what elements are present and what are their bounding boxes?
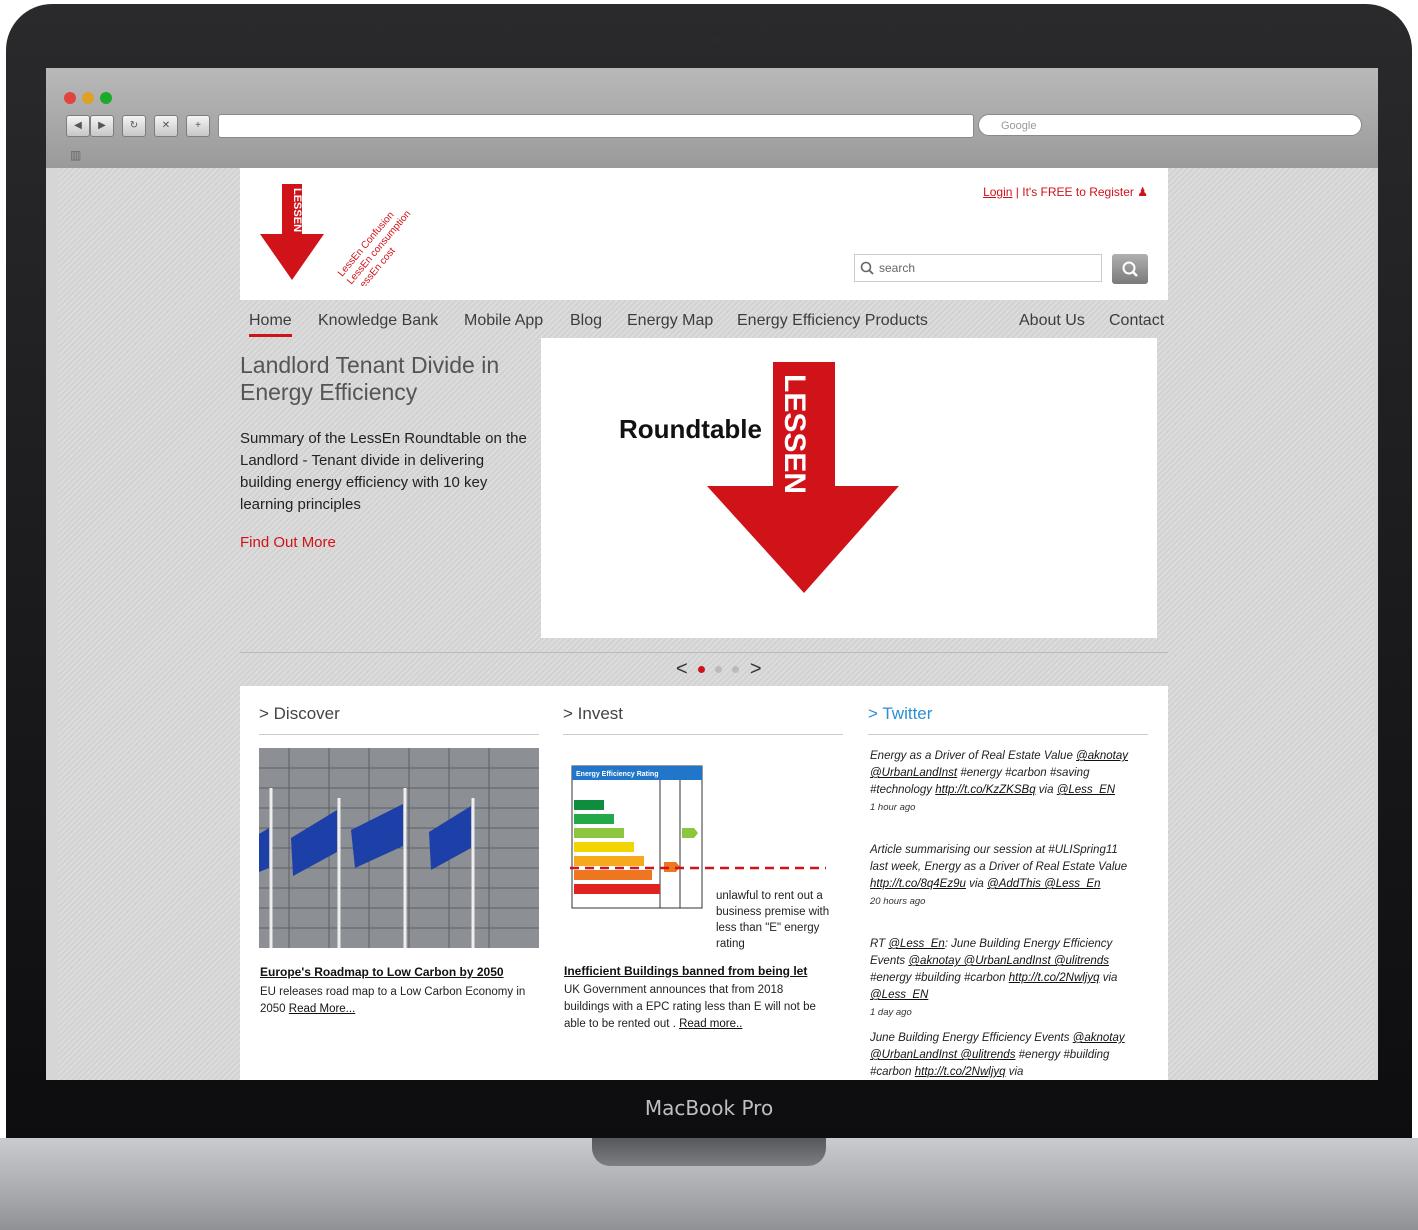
invest-item-text: UK Government announces that from 2018 b… <box>564 984 816 1030</box>
find-out-more-link[interactable]: Find Out More <box>240 534 336 551</box>
discover-read-more-link[interactable]: Read More... <box>289 1003 355 1015</box>
tweet-2: Article summarising our session at #ULIS… <box>870 844 1128 907</box>
invest-item-title[interactable]: Inefficient Buildings banned from being … <box>564 964 807 978</box>
tweet-1: Energy as a Driver of Real Estate Value … <box>870 750 1128 813</box>
menu-blog[interactable]: Blog <box>570 312 602 330</box>
menu-mobile-app[interactable]: Mobile App <box>464 312 543 330</box>
forward-button[interactable]: ▶ <box>90 115 114 137</box>
hero-title: Landlord Tenant Divide in Energy Efficie… <box>240 352 500 405</box>
zoom-window-button[interactable] <box>100 92 112 104</box>
main-menu: Home Knowledge Bank Mobile App Blog Ener… <box>240 300 1168 337</box>
bookmarks-icon[interactable]: ▥ <box>70 148 81 162</box>
slider-next-button[interactable]: > <box>750 658 762 680</box>
tweet-via-user[interactable]: @AddThis @Less_En <box>987 878 1100 890</box>
back-button[interactable]: ◀ <box>66 115 90 137</box>
hero-image[interactable]: Roundtable LESSEN <box>541 338 1157 638</box>
tweet-via-user[interactable]: @Less_EN <box>870 989 928 1001</box>
energy-rating-title: Energy Efficiency Rating <box>576 771 658 778</box>
lessen-logo[interactable]: LESSEN LessEn Confusion LessEn consumpti… <box>254 176 454 286</box>
laptop-notch <box>592 1138 826 1166</box>
tweet-link[interactable]: http://t.co/2Nwljyq <box>915 1066 1006 1078</box>
tweet-3: RT @Less_En: June Building Energy Effici… <box>870 938 1118 1018</box>
content-panel: > Discover Europe's Roadmap to Low Carbo… <box>240 686 1168 1080</box>
hero-logo-text: LESSEN <box>778 374 811 494</box>
minimize-window-button[interactable] <box>82 92 94 104</box>
menu-knowledge-bank[interactable]: Knowledge Bank <box>318 312 438 330</box>
discover-item-text: EU releases road map to a Low Carbon Eco… <box>260 986 526 1015</box>
search-field-icon <box>860 261 874 275</box>
account-links: Login | It's FREE to Register ♟ <box>983 185 1148 199</box>
device-brand: MacBook Pro <box>644 1096 774 1120</box>
user-icon: ♟ <box>1137 185 1148 199</box>
roundtable-graphic: Roundtable LESSEN <box>619 362 899 593</box>
logo-text: LESSEN <box>291 188 303 232</box>
tweet-mention[interactable]: @aknotay @UrbanLandInst @ulitrends <box>908 955 1109 967</box>
tweet-mention[interactable]: @Less_En <box>888 938 944 950</box>
tweet-time: 1 hour ago <box>870 802 916 813</box>
search-button[interactable] <box>1112 254 1148 284</box>
energy-rating-caption: unlawful to rent out a business premise … <box>716 890 830 950</box>
browser-search-input[interactable]: Google <box>978 114 1362 136</box>
tweet-4: June Building Energy Efficiency Events @… <box>870 1032 1125 1078</box>
slider-dot-1[interactable] <box>698 666 706 674</box>
search-input[interactable]: search <box>854 254 1102 282</box>
close-window-button[interactable] <box>64 92 76 104</box>
hero-text: Summary of the LessEn Roundtable on the … <box>240 430 527 513</box>
screen: ◀ ▶ ↻ ✕ + Google ▥ LESSEN LessEn Confusi… <box>46 68 1378 1080</box>
menu-about-us[interactable]: About Us <box>1019 312 1085 330</box>
invest-heading[interactable]: > Invest <box>563 704 843 735</box>
twitter-heading[interactable]: > Twitter <box>868 704 1148 735</box>
camera <box>713 37 719 43</box>
slider-nav: < > <box>676 658 762 681</box>
login-link[interactable]: Login <box>983 185 1012 199</box>
menu-energy-map[interactable]: Energy Map <box>627 312 713 330</box>
slider-dot-2[interactable] <box>715 666 723 674</box>
stop-button[interactable]: ✕ <box>154 115 178 137</box>
browser-chrome: ◀ ▶ ↻ ✕ + Google ▥ <box>46 68 1378 168</box>
eu-flags-image[interactable] <box>259 748 539 948</box>
register-link[interactable]: | It's FREE to Register <box>1016 185 1134 199</box>
slider-prev-button[interactable]: < <box>676 658 688 680</box>
tweet-via-user[interactable]: @Less_EN <box>1057 784 1115 796</box>
tweet-time: 1 day ago <box>870 1007 912 1018</box>
invest-read-more-link[interactable]: Read more.. <box>679 1018 742 1030</box>
add-bookmark-button[interactable]: + <box>186 115 210 137</box>
menu-home[interactable]: Home <box>249 312 292 337</box>
discover-heading[interactable]: > Discover <box>259 704 539 735</box>
slider-dot-3[interactable] <box>732 666 740 674</box>
web-page: LESSEN LessEn Confusion LessEn consumpti… <box>58 168 1374 1080</box>
tweet-link[interactable]: http://t.co/2Nwljyq <box>1009 972 1100 984</box>
tweet-link[interactable]: http://t.co/8q4Ez9u <box>870 878 966 890</box>
reload-button[interactable]: ↻ <box>122 115 146 137</box>
address-bar[interactable] <box>218 114 974 138</box>
tweet-time: 20 hours ago <box>870 896 926 907</box>
search-icon <box>1122 261 1138 277</box>
menu-energy-efficiency-products[interactable]: Energy Efficiency Products <box>737 312 928 330</box>
slider-divider <box>240 652 1168 653</box>
discover-item-title[interactable]: Europe's Roadmap to Low Carbon by 2050 <box>260 965 504 979</box>
menu-contact[interactable]: Contact <box>1109 312 1164 330</box>
roundtable-label: Roundtable <box>619 414 762 444</box>
tweet-link[interactable]: http://t.co/KzZKSBq <box>935 784 1035 796</box>
site-header: LESSEN LessEn Confusion LessEn consumpti… <box>240 168 1168 300</box>
